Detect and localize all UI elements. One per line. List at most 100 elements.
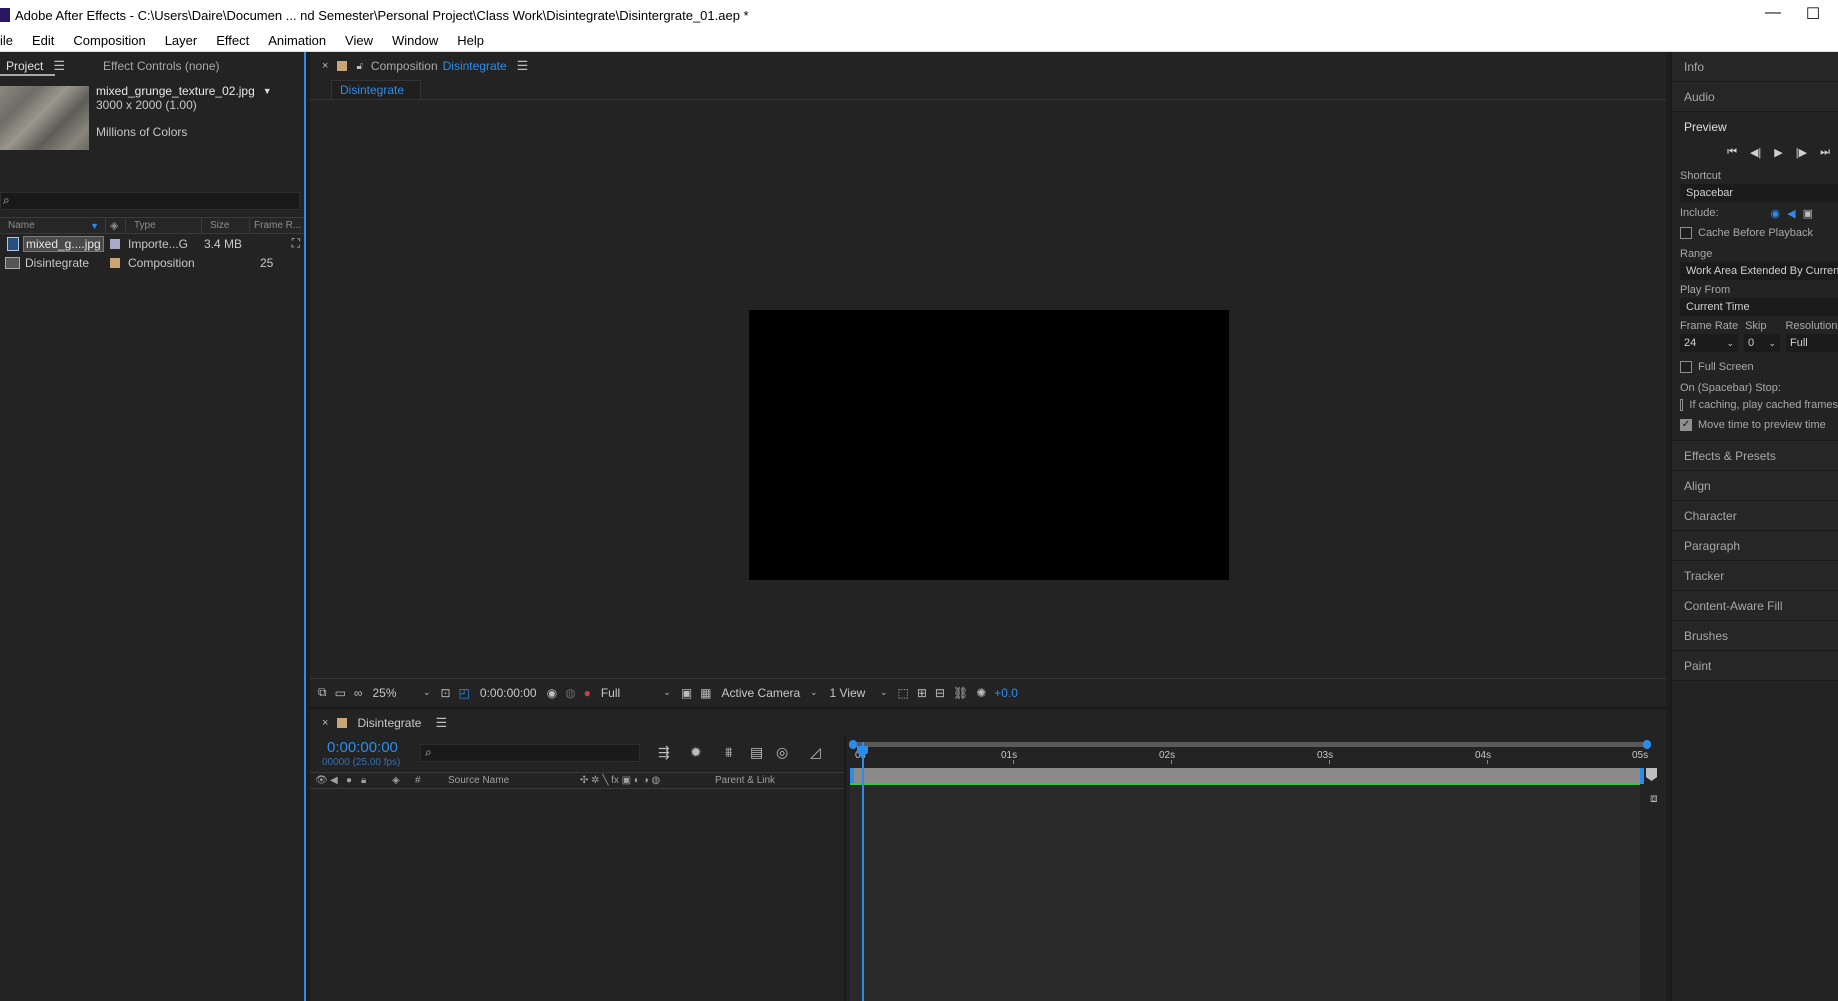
checkbox-icon[interactable] xyxy=(1680,399,1684,411)
transparency-grid-icon[interactable]: ▦ xyxy=(700,686,711,700)
always-preview-icon[interactable]: ⧉ xyxy=(318,685,327,700)
exposure-value[interactable]: +0.0 xyxy=(994,686,1018,700)
menu-animation[interactable]: Animation xyxy=(257,33,334,48)
menu-edit[interactable]: Edit xyxy=(21,33,62,48)
reset-exposure-icon[interactable]: ✺ xyxy=(976,686,986,700)
checkbox-icon[interactable] xyxy=(1680,227,1692,239)
flowchart-icon[interactable]: ⛓ xyxy=(953,686,968,700)
time-ruler[interactable]: 0s 01s 02s 03s 04s 05s xyxy=(846,748,1652,764)
panel-character[interactable]: Character xyxy=(1672,501,1838,531)
audio-icon[interactable]: ◀︎ xyxy=(330,775,338,786)
fit-frame-icon[interactable]: ⊡ xyxy=(440,686,450,700)
layer-bars-area[interactable] xyxy=(850,786,1640,1001)
checkbox-icon[interactable] xyxy=(1680,361,1692,373)
last-frame-icon[interactable]: ⏭ xyxy=(1820,146,1830,159)
zoom-dropdown[interactable]: 25% ⌄ xyxy=(370,686,432,700)
next-frame-icon[interactable]: |▶︎ xyxy=(1796,146,1807,159)
label-color-swatch[interactable] xyxy=(110,257,120,268)
menu-file[interactable]: ile xyxy=(0,33,21,48)
checkbox-checked-icon[interactable]: ✓ xyxy=(1680,419,1692,431)
timeline-icon[interactable]: ⊟ xyxy=(935,686,945,700)
show-snapshot-icon[interactable]: ◍ xyxy=(565,686,575,700)
include-audio-icon[interactable]: ◀︎ xyxy=(1787,207,1795,220)
composition-mini-flowchart-icon[interactable]: ⇶ xyxy=(658,744,670,761)
asset-dropdown-icon[interactable]: ▼ xyxy=(263,84,272,98)
full-screen-checkbox[interactable]: Full Screen xyxy=(1672,358,1838,376)
project-item-row[interactable]: mixed_g....jpg Importe...G 3.4 MB ⛶ xyxy=(0,234,304,253)
panel-tracker[interactable]: Tracker xyxy=(1672,561,1838,591)
label-tag-icon[interactable]: ◈ xyxy=(392,775,400,786)
shortcut-dropdown[interactable]: Spacebar xyxy=(1680,184,1838,202)
menu-layer[interactable]: Layer xyxy=(154,33,206,48)
panel-paragraph[interactable]: Paragraph xyxy=(1672,531,1838,561)
col-name[interactable]: Name ▼ xyxy=(0,218,106,233)
menu-composition[interactable]: Composition xyxy=(62,33,153,48)
solo-icon[interactable]: ● xyxy=(346,775,352,786)
panel-menu-icon[interactable]: ☰ xyxy=(53,58,65,74)
if-caching-checkbox[interactable]: If caching, play cached frames xyxy=(1672,396,1838,414)
menu-effect[interactable]: Effect xyxy=(205,33,257,48)
playhead-line[interactable] xyxy=(862,742,864,1001)
frame-rate-dropdown[interactable]: 24 ⌄ xyxy=(1680,334,1738,352)
play-icon[interactable]: ▶︎ xyxy=(1774,146,1782,159)
panel-effects-presets[interactable]: Effects & Presets xyxy=(1672,441,1838,471)
close-panel-icon[interactable]: × xyxy=(322,717,328,729)
composition-viewer[interactable] xyxy=(310,104,1666,678)
col-label[interactable]: ◈ xyxy=(106,218,126,233)
draft-3d-icon[interactable]: ✹ xyxy=(690,744,702,761)
eye-icon[interactable]: 👁︎ xyxy=(315,775,328,786)
menu-help[interactable]: Help xyxy=(446,33,492,48)
tab-project[interactable]: Project ☰ xyxy=(0,58,71,74)
skip-dropdown[interactable]: 0 ⌄ xyxy=(1744,334,1780,352)
cache-before-playback-checkbox[interactable]: Cache Before Playback xyxy=(1672,224,1838,242)
motion-blur-icon[interactable]: ◎ xyxy=(776,744,788,761)
mask-visibility-icon[interactable]: ◰ xyxy=(459,686,470,700)
camera-dropdown[interactable]: Active Camera ⌄ xyxy=(720,686,820,700)
move-time-checkbox[interactable]: ✓ Move time to preview time xyxy=(1672,416,1838,434)
switches-icon[interactable]: ✣ ✲ ╲ fx ▣ ◐ ◑ ◍ xyxy=(580,775,660,786)
fast-previews-icon[interactable]: ⊞ xyxy=(917,686,927,700)
timeline-search-input[interactable]: ⌕ xyxy=(420,744,640,762)
work-area-start-handle[interactable] xyxy=(850,768,854,784)
graph-editor-icon[interactable]: ◿ xyxy=(810,744,821,761)
project-item-row[interactable]: Disintegrate Composition 25 xyxy=(0,253,304,272)
snapshot-camera-icon[interactable]: ◉ xyxy=(547,686,557,700)
panel-paint[interactable]: Paint xyxy=(1672,651,1838,681)
time-navigator-bar[interactable] xyxy=(849,740,1651,749)
include-overlays-icon[interactable]: ▣ xyxy=(1803,207,1813,220)
composition-name[interactable]: Disintegrate xyxy=(443,59,507,73)
tab-effect-controls[interactable]: Effect Controls (none) xyxy=(97,59,226,73)
menu-window[interactable]: Window xyxy=(381,33,446,48)
comp-button-icon[interactable]: ⧈ xyxy=(1650,791,1658,806)
layer-list[interactable] xyxy=(310,790,844,1001)
menu-view[interactable]: View xyxy=(334,33,381,48)
views-dropdown[interactable]: 1 View ⌄ xyxy=(828,686,890,700)
work-area-bar[interactable] xyxy=(850,768,1640,784)
close-panel-icon[interactable]: × xyxy=(322,60,328,72)
toggle-pixel-aspect-icon[interactable]: ⬚ xyxy=(898,686,909,700)
shy-layers-icon[interactable]: ⩩ xyxy=(725,744,732,761)
play-from-dropdown[interactable]: Current Time xyxy=(1680,298,1838,316)
include-video-icon[interactable]: ◉ xyxy=(1771,207,1781,220)
frame-blending-icon[interactable]: ▤ xyxy=(750,744,763,761)
panel-info[interactable]: Info xyxy=(1672,52,1838,82)
current-timecode[interactable]: 0:00:00:00 xyxy=(480,686,537,700)
resolution-preview-dropdown[interactable]: Full xyxy=(1786,334,1838,352)
previous-frame-icon[interactable]: ◀︎| xyxy=(1750,146,1761,159)
first-frame-icon[interactable]: ⏮ xyxy=(1727,146,1737,159)
lock-icon[interactable]: 🔒︎ xyxy=(361,775,366,786)
comp-end-marker-icon[interactable] xyxy=(1646,768,1657,781)
timeline-current-time[interactable]: 0:00:00:00 xyxy=(327,739,398,756)
panel-menu-icon[interactable]: ☰ xyxy=(517,58,529,74)
source-name-header[interactable]: Source Name xyxy=(448,775,509,786)
composition-subtab[interactable]: Disintegrate xyxy=(331,80,421,99)
composition-canvas[interactable] xyxy=(749,310,1229,580)
maximize-button[interactable]: ☐ xyxy=(1793,4,1833,24)
glasses-icon[interactable]: ∞ xyxy=(354,686,363,700)
range-dropdown[interactable]: Work Area Extended By Current xyxy=(1680,262,1838,280)
parent-link-header[interactable]: Parent & Link xyxy=(715,775,775,786)
preview-title[interactable]: Preview xyxy=(1672,112,1838,142)
work-area-end-handle[interactable] xyxy=(1640,768,1644,784)
col-frame-rate[interactable]: Frame R... xyxy=(250,218,304,233)
timeline-tab[interactable]: Disintegrate xyxy=(357,716,421,730)
